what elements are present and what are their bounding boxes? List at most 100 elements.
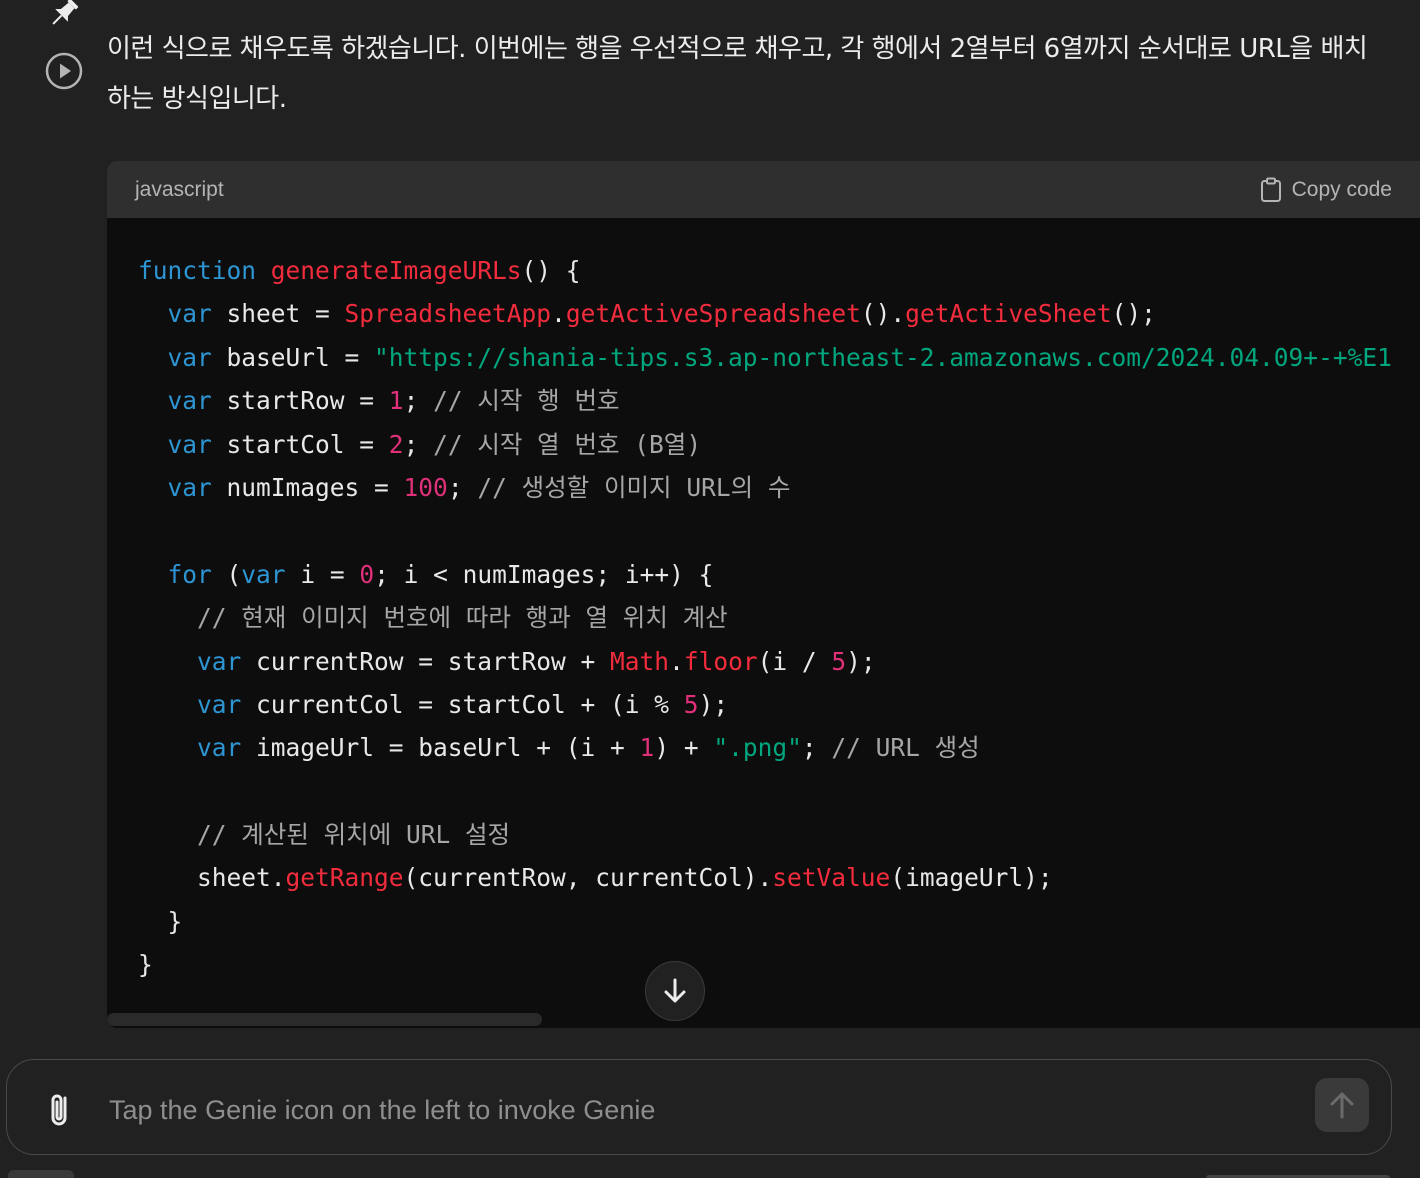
play-icon[interactable]: [44, 51, 84, 91]
copy-code-label: Copy code: [1291, 177, 1392, 201]
code-token: var: [197, 733, 242, 763]
code-token: var: [197, 646, 242, 676]
code-token: (imageUrl);: [890, 863, 1053, 893]
code-content[interactable]: function generateImageURLs() { var sheet…: [138, 249, 1392, 987]
bottom-toolbar-edge: [8, 1170, 74, 1178]
code-line: var startCol = 2; // 시작 열 번호 (B열): [138, 423, 1392, 466]
code-language-label: javascript: [135, 177, 224, 201]
message-line: 이런 식으로 채우도록 하겠습니다. 이번에는 행을 우선적으로 채우고, 각 …: [107, 34, 1368, 64]
code-block: javascript Copy code function generateIm…: [107, 161, 1420, 1028]
code-token: var: [241, 559, 286, 589]
code-token: (currentRow, currentCol).: [403, 863, 773, 893]
paperclip-icon[interactable]: [45, 1090, 77, 1130]
code-token: // 현재 이미지 번호에 따라 행과 열 위치 계산: [197, 603, 728, 633]
arrow-up-icon: [1330, 1092, 1354, 1119]
code-token: ; i < numImages; i++) {: [374, 559, 714, 589]
code-token: 1: [388, 386, 404, 416]
code-token: ".png": [713, 733, 802, 763]
code-token: imageUrl = baseUrl + (i +: [241, 733, 640, 763]
code-token: // 시작 행 번호: [433, 386, 620, 416]
code-token: // URL 생성: [831, 733, 980, 763]
code-token: setValue: [772, 863, 891, 893]
code-token: for: [167, 559, 212, 589]
code-token: currentRow = startRow +: [241, 646, 611, 676]
code-header: javascript Copy code: [107, 161, 1420, 218]
message-line: 하는 방식입니다.: [107, 84, 287, 114]
prompt-input[interactable]: [107, 1088, 1291, 1132]
code-token: startCol =: [211, 429, 389, 459]
code-token: 0: [359, 559, 375, 589]
code-token: ;: [801, 733, 832, 763]
code-token: // 생성할 이미지 URL의 수: [477, 472, 791, 502]
code-line: }: [138, 943, 1392, 986]
code-line: var currentCol = startCol + (i % 5);: [138, 683, 1392, 726]
code-token: ;: [403, 386, 434, 416]
arrow-down-icon: [664, 978, 686, 1003]
code-line: var startRow = 1; // 시작 행 번호: [138, 379, 1392, 422]
code-token: var: [167, 342, 212, 372]
code-token: 5: [683, 689, 699, 719]
code-line: sheet.getRange(currentRow, currentCol).s…: [138, 856, 1392, 899]
code-token: 1: [639, 733, 655, 763]
code-token: () {: [521, 256, 581, 285]
code-token: getRange: [285, 863, 404, 893]
code-token: "https://shania-tips.s3.ap-northeast-2.a…: [374, 342, 1392, 372]
code-token: .: [551, 299, 566, 329]
clipboard-icon: [1260, 177, 1281, 202]
code-token: );: [698, 689, 729, 719]
code-token: 2: [388, 429, 404, 459]
code-token: baseUrl =: [211, 342, 375, 372]
code-line: }: [138, 900, 1392, 943]
code-line: var imageUrl = baseUrl + (i + 1) + ".png…: [138, 726, 1392, 769]
scroll-to-bottom-button[interactable]: [645, 961, 705, 1021]
code-token: ;: [403, 429, 434, 459]
code-token: Math: [610, 646, 670, 676]
code-line: for (var i = 0; i < numImages; i++) {: [138, 553, 1392, 596]
code-token: // 계산된 위치에 URL 설정: [197, 820, 511, 850]
code-line: // 현재 이미지 번호에 따라 행과 열 위치 계산: [138, 596, 1392, 639]
send-button[interactable]: [1315, 1078, 1369, 1132]
code-token: (: [211, 559, 242, 589]
code-token: // 시작 열 번호 (B열): [433, 429, 702, 459]
code-token: ) +: [654, 733, 714, 763]
chat-page: 이런 식으로 채우도록 하겠습니다. 이번에는 행을 우선적으로 채우고, 각 …: [0, 0, 1420, 1178]
code-line: var sheet = SpreadsheetApp.getActiveSpre…: [138, 292, 1392, 335]
code-token: var: [197, 689, 242, 719]
code-token: (i /: [757, 646, 832, 676]
copy-code-button[interactable]: Copy code: [1259, 177, 1392, 203]
code-line: var currentRow = startRow + Math.floor(i…: [138, 640, 1392, 683]
code-token: 100: [403, 472, 448, 502]
code-line: var numImages = 100; // 생성할 이미지 URL의 수: [138, 466, 1392, 509]
code-token: 5: [831, 646, 847, 676]
code-line: // 계산된 위치에 URL 설정: [138, 813, 1392, 856]
code-token: var: [167, 429, 212, 459]
assistant-message: 이런 식으로 채우도록 하겠습니다. 이번에는 행을 우선적으로 채우고, 각 …: [107, 24, 1420, 124]
code-token: );: [846, 646, 876, 676]
pin-icon[interactable]: [46, 0, 80, 30]
code-token: ().: [860, 299, 906, 329]
horizontal-scrollbar[interactable]: [107, 1013, 542, 1026]
code-token: var: [167, 386, 212, 416]
code-line: var baseUrl = "https://shania-tips.s3.ap…: [138, 336, 1392, 379]
code-token: floor: [683, 646, 758, 676]
code-token: getActiveSpreadsheet: [565, 299, 861, 329]
code-token: currentCol = startCol + (i %: [241, 689, 684, 719]
code-token: startRow =: [211, 386, 389, 416]
code-token: ;: [447, 472, 478, 502]
code-token: .: [669, 646, 684, 676]
code-token: var: [167, 472, 212, 502]
code-token: numImages =: [211, 472, 404, 502]
